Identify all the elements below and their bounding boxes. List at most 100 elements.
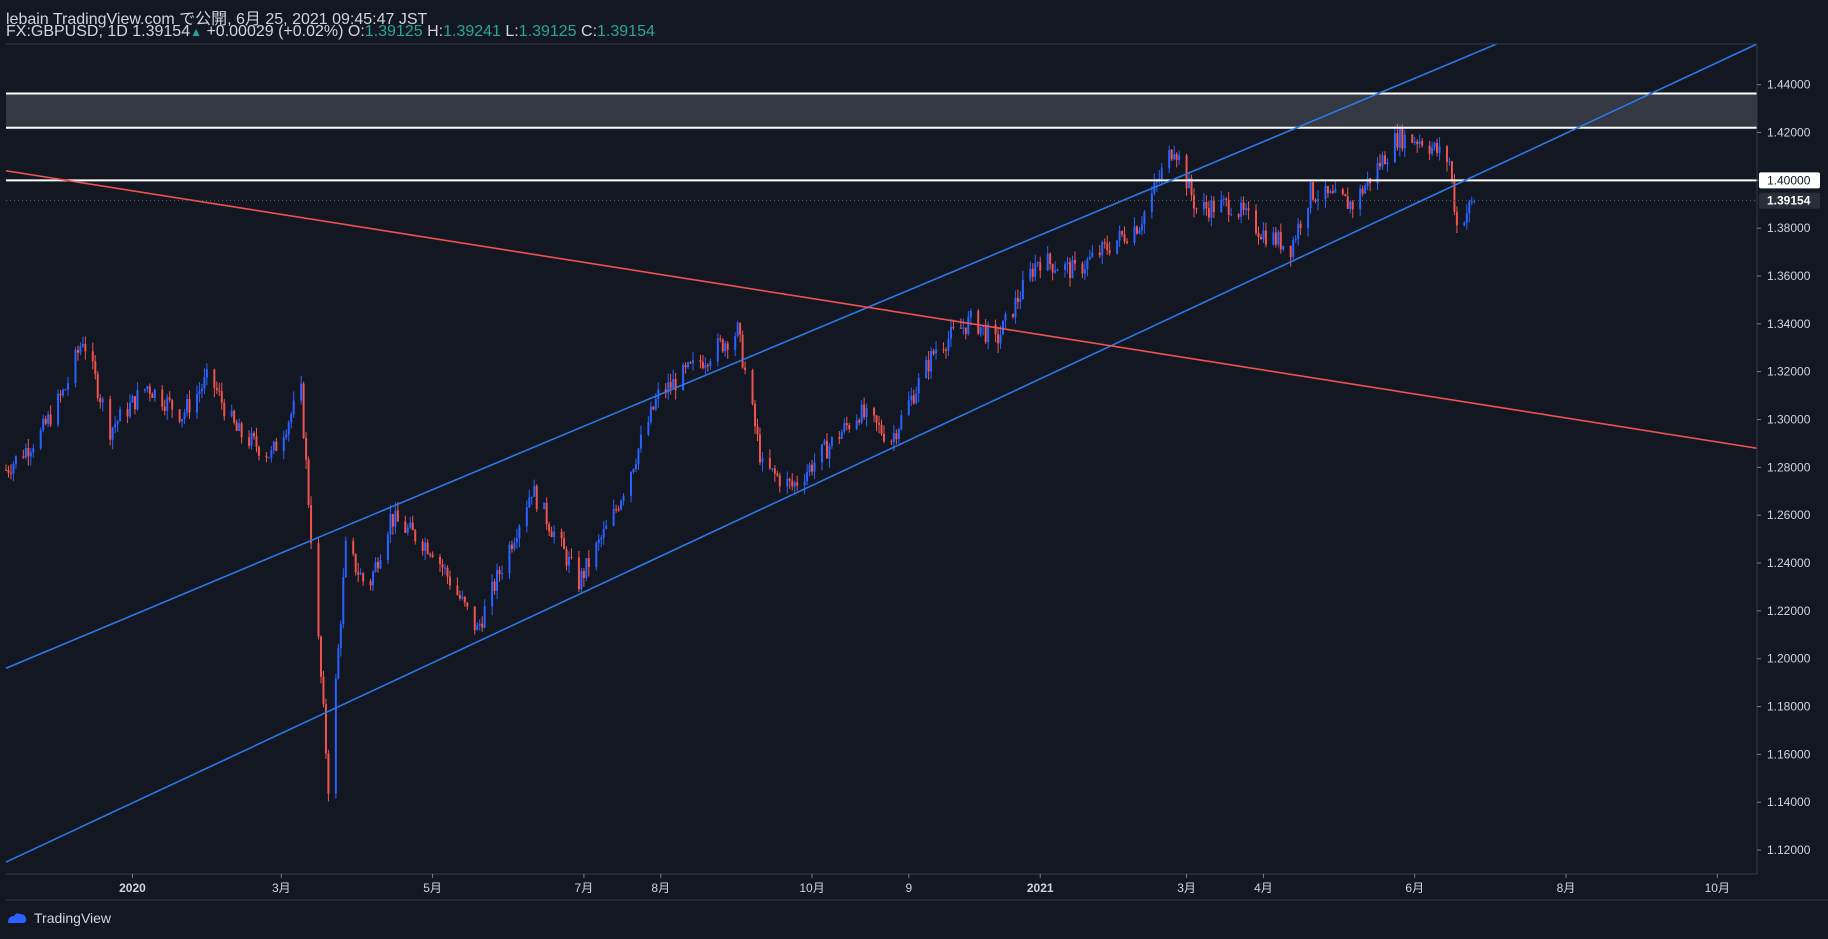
candle-body: [773, 468, 776, 474]
candle-body: [305, 437, 308, 460]
candle-body: [1383, 155, 1386, 165]
candle-body: [421, 541, 424, 551]
time-axis[interactable]: 2020 3月 5月 7月 8月 10月 9 2021 3月 4月 6月 8月 10月: [119, 874, 1730, 895]
candle-body: [964, 327, 967, 334]
candle-body: [327, 753, 330, 794]
candle-body: [290, 414, 293, 423]
candle-body: [287, 422, 290, 435]
footer: TradingView: [6, 910, 111, 926]
candle-body: [111, 427, 114, 440]
candle-body: [632, 469, 635, 473]
candle-body: [605, 525, 608, 529]
candle-body: [1279, 231, 1282, 250]
candle-body: [1207, 208, 1210, 218]
candle-body: [441, 564, 444, 568]
candle-body: [1086, 259, 1089, 269]
price-axis[interactable]: 1.44000 1.42000 1.40000 1.38000 1.36000 1.340…: [1757, 78, 1820, 857]
candle-body: [895, 433, 898, 440]
candle-body: [1121, 231, 1124, 235]
candle-body: [493, 581, 496, 591]
last-price-label: 1.39154: [1767, 194, 1811, 208]
candle-body: [339, 624, 342, 648]
candle-body: [59, 393, 62, 396]
candle-body: [1386, 162, 1389, 165]
candle-body: [195, 393, 198, 413]
candle-body: [1135, 226, 1138, 234]
candle-body: [1016, 297, 1019, 302]
candle-body: [1011, 313, 1014, 318]
candle-body: [647, 422, 650, 435]
candle-body: [1450, 161, 1453, 181]
y-tick-label: 1.20000: [1767, 652, 1811, 666]
candle-body: [369, 581, 372, 586]
candle-body: [203, 377, 206, 389]
supply-zone[interactable]: [6, 93, 1757, 128]
candle-body: [181, 418, 184, 422]
candle-body: [768, 458, 771, 469]
candle-body: [758, 434, 761, 463]
candle-body: [865, 407, 868, 417]
candle-body: [1073, 260, 1076, 264]
level-price-label: 1.40000: [1767, 173, 1811, 187]
candle-body: [1436, 142, 1439, 153]
candle-body: [563, 538, 566, 550]
candle-body: [550, 531, 553, 537]
candle-body: [925, 359, 928, 379]
y-tick-label: 1.42000: [1767, 126, 1811, 140]
x-tick-label: 8月: [1557, 881, 1576, 895]
candle-body: [1140, 224, 1143, 231]
candle-body: [1054, 270, 1057, 273]
candle-body: [461, 596, 464, 599]
candle-body: [466, 602, 469, 607]
candle-body: [930, 350, 933, 372]
candle-body: [1416, 141, 1419, 145]
plot-area[interactable]: [6, 44, 1755, 874]
candle-body: [1324, 186, 1327, 200]
candle-body: [463, 596, 466, 603]
candle-body: [570, 556, 573, 558]
candle-body: [917, 378, 920, 394]
candle-body: [74, 349, 77, 384]
footer-brand: TradingView: [34, 910, 112, 926]
candle-body: [213, 369, 216, 388]
candle-body: [587, 558, 590, 568]
candle-body: [1202, 202, 1205, 210]
candle-body: [1468, 201, 1471, 214]
candle-body: [672, 379, 675, 388]
candle-body: [322, 676, 325, 705]
candle-body: [1056, 270, 1059, 272]
candle-body: [843, 423, 846, 432]
candle-body: [1448, 161, 1451, 163]
candle-body: [94, 361, 97, 375]
candle-body: [478, 623, 481, 626]
candle-body: [669, 382, 672, 388]
candle-body: [473, 606, 476, 631]
candle-body: [42, 418, 45, 431]
candle-body: [577, 557, 580, 590]
candle-body: [57, 393, 60, 425]
candle-body: [101, 399, 104, 403]
x-tick-label: 2021: [1027, 881, 1054, 895]
candle-body: [840, 431, 843, 439]
candle-body: [429, 553, 432, 555]
candle-body: [114, 424, 117, 428]
candle-body: [218, 390, 221, 392]
candle-body: [535, 485, 538, 510]
candle-body: [131, 396, 134, 403]
candle-body: [726, 343, 729, 350]
candle-body: [1344, 194, 1347, 197]
candle-body: [1091, 252, 1094, 257]
candle-body: [739, 322, 742, 335]
candle-body: [994, 324, 997, 335]
candle-body: [1118, 231, 1121, 241]
candle-body: [1334, 189, 1337, 193]
candle-body: [863, 404, 866, 417]
candle-body: [915, 393, 918, 404]
candle-body: [622, 495, 625, 501]
price-chart[interactable]: 1.44000 1.42000 1.40000 1.38000 1.36000 1.340…: [0, 0, 1828, 939]
candle-body: [830, 437, 833, 446]
candle-body: [84, 343, 87, 352]
candle-body: [372, 571, 375, 586]
candle-body: [109, 399, 112, 440]
x-tick-label: 5月: [423, 881, 442, 895]
